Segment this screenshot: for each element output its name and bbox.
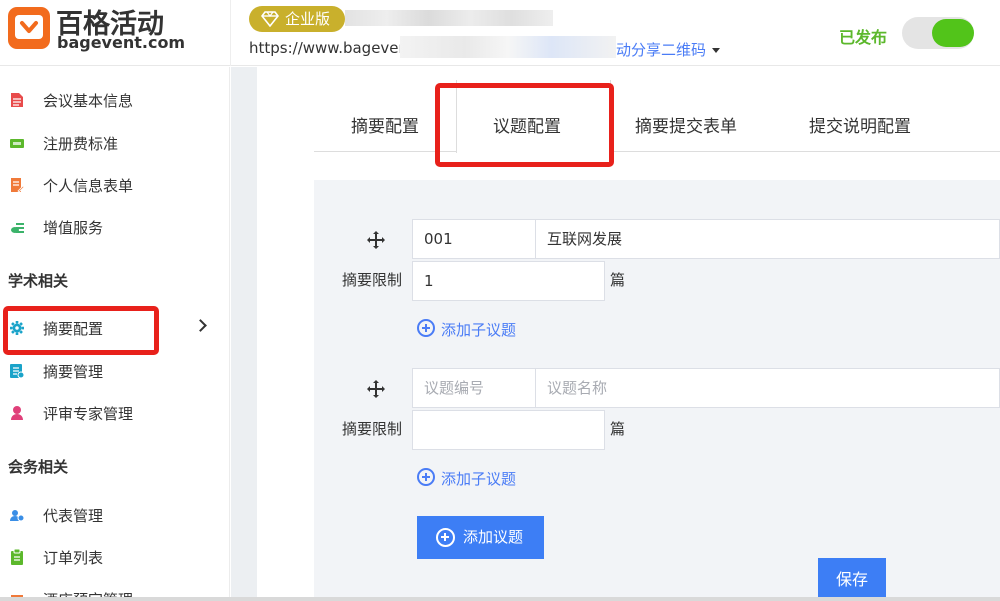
plus-circle-icon <box>417 468 435 486</box>
sidebar-item-delegates[interactable]: 代表管理 <box>0 500 230 530</box>
form-edit-icon <box>11 178 24 193</box>
ticket-icon <box>10 139 24 148</box>
clipboard-icon <box>11 549 23 565</box>
sidebar-item-orders[interactable]: 订单列表 <box>0 542 230 572</box>
sidebar-item-registration-fee[interactable]: 注册费标准 <box>0 128 230 158</box>
event-url[interactable]: https://www.bagevent <box>249 39 414 57</box>
sidebar-item-label: 会议基本信息 <box>43 92 134 110</box>
event-url-redacted <box>400 36 616 58</box>
tab-submit-instructions[interactable]: 提交说明配置 <box>809 112 911 137</box>
plus-circle-icon <box>436 528 455 547</box>
publish-status: 已发布 <box>839 28 888 47</box>
drag-move-icon[interactable] <box>367 231 385 249</box>
section-academic: 学术相关 <box>8 272 69 290</box>
top-header: 百格活动 bagevent.com 企业版 https://www.bageve… <box>0 0 1000 66</box>
section-affairs: 会务相关 <box>8 458 69 476</box>
share-qr-label: 动分享二维码 <box>616 41 707 59</box>
sidebar-item-label: 代表管理 <box>43 507 104 525</box>
edition-badge: 企业版 <box>249 6 345 32</box>
abstract-limit-label: 摘要限制 <box>342 271 403 289</box>
sidebar-item-reviewer-manage[interactable]: 评审专家管理 <box>0 398 230 428</box>
add-topic-label: 添加议题 <box>463 528 524 546</box>
bagevent-logo-icon[interactable] <box>8 7 50 49</box>
sidebar-item-personal-form[interactable]: 个人信息表单 <box>0 170 230 200</box>
add-topic-button[interactable]: 添加议题 <box>417 516 544 559</box>
caret-down-icon <box>712 48 721 53</box>
edition-badge-label: 企业版 <box>285 10 331 28</box>
diamond-icon <box>261 11 279 27</box>
sidebar-item-label: 个人信息表单 <box>43 177 134 195</box>
list-icon <box>10 364 24 379</box>
topic-name-input[interactable]: 互联网发展 <box>535 219 1000 259</box>
plus-circle-icon <box>417 319 435 337</box>
config-tabs: 摘要配置 议题配置 摘要提交表单 提交说明配置 <box>314 80 1000 153</box>
sidebar-item-label: 摘要管理 <box>43 363 104 381</box>
bottom-border <box>0 597 1000 601</box>
publish-toggle-knob <box>932 19 974 47</box>
coins-icon <box>11 223 24 233</box>
add-subtopic-button[interactable]: 添加子议题 <box>417 319 516 340</box>
sidebar-item-value-added[interactable]: 增值服务 <box>0 212 230 242</box>
limit-unit: 篇 <box>610 271 626 289</box>
abstract-limit-label: 摘要限制 <box>342 420 403 438</box>
highlight-box-tab <box>435 83 614 167</box>
drag-move-icon[interactable] <box>367 380 385 398</box>
content-gutter <box>231 67 257 601</box>
logo-domain: bagevent.com <box>57 33 186 52</box>
share-qr-dropdown[interactable]: 动分享二维码 <box>616 39 721 60</box>
sidebar-item-hotel[interactable]: 酒店预定管理 <box>0 584 230 598</box>
sidebar-item-label: 评审专家管理 <box>43 405 134 423</box>
topic-code-input[interactable]: 001 <box>412 219 536 259</box>
add-subtopic-label: 添加子议题 <box>441 470 517 488</box>
publish-toggle[interactable] <box>902 17 974 49</box>
sidebar-item-label: 注册费标准 <box>43 135 119 153</box>
add-subtopic-label: 添加子议题 <box>441 321 517 339</box>
add-subtopic-button[interactable]: 添加子议题 <box>417 468 516 489</box>
person-icon <box>11 406 23 420</box>
sidebar-item-abstract-manage[interactable]: 摘要管理 <box>0 356 230 386</box>
users-icon <box>10 510 24 522</box>
event-title-redacted <box>345 10 553 26</box>
header-divider <box>230 0 231 66</box>
limit-unit: 篇 <box>610 420 626 438</box>
abstract-limit-input[interactable]: 1 <box>412 261 605 301</box>
tab-abstract-form[interactable]: 摘要提交表单 <box>635 112 737 137</box>
highlight-box-sidebar <box>3 306 159 355</box>
sidebar-item-basic-info[interactable]: 会议基本信息 <box>0 85 230 115</box>
chevron-right-icon <box>194 319 207 332</box>
tab-abstract-config[interactable]: 摘要配置 <box>351 112 419 137</box>
sidebar-item-label: 订单列表 <box>43 549 104 567</box>
sidebar-item-label: 增值服务 <box>43 219 104 237</box>
topic-name-input[interactable]: 议题名称 <box>535 368 1000 408</box>
topic-code-input[interactable]: 议题编号 <box>412 368 536 408</box>
save-button[interactable]: 保存 <box>818 558 886 601</box>
document-icon <box>11 93 23 107</box>
abstract-limit-input[interactable] <box>412 410 605 450</box>
